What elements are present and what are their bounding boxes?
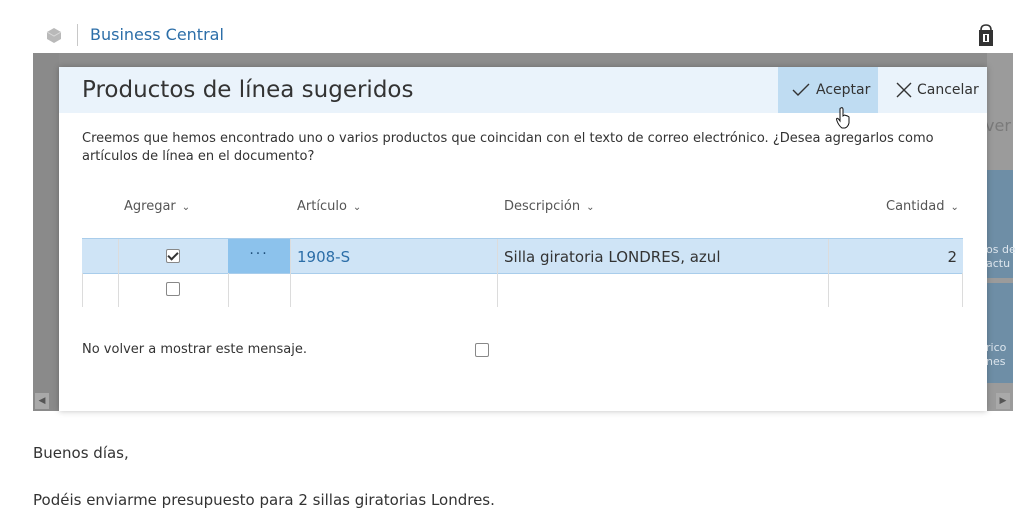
top-bar: Business Central bbox=[0, 0, 1024, 54]
email-greeting: Buenos días, bbox=[33, 444, 129, 462]
column-header-label: Cantidad bbox=[886, 199, 945, 214]
background-tile-text: actu bbox=[986, 257, 1011, 270]
add-checkbox[interactable] bbox=[166, 282, 180, 296]
cancel-button[interactable]: Cancelar bbox=[889, 67, 987, 113]
chevron-down-icon: ⌄ bbox=[352, 202, 362, 213]
dont-show-again-checkbox[interactable] bbox=[475, 343, 489, 357]
cell-divider bbox=[82, 273, 83, 307]
dont-show-again-label: No volver a mostrar este mensaje. bbox=[82, 342, 307, 357]
column-header-quantity[interactable]: Cantidad ⌄ bbox=[886, 199, 959, 214]
background-left-strip bbox=[33, 53, 59, 411]
business-central-logo-icon bbox=[46, 28, 62, 43]
cell-divider bbox=[228, 273, 229, 307]
cell-divider bbox=[962, 273, 963, 307]
column-header-add[interactable]: Agregar ⌄ bbox=[124, 199, 190, 214]
row-actions-button[interactable]: ··· bbox=[228, 239, 290, 273]
close-icon bbox=[896, 82, 912, 98]
item-description[interactable]: Silla giratoria LONDRES, azul bbox=[504, 248, 720, 266]
checkmark-icon bbox=[792, 83, 810, 96]
cell-divider bbox=[828, 239, 829, 273]
email-body: Podéis enviarme presupuesto para 2 silla… bbox=[33, 491, 495, 509]
dialog-message: Creemos que hemos encontrado uno o vario… bbox=[82, 131, 934, 164]
background-tile-text: nes bbox=[986, 355, 1006, 368]
cell-divider bbox=[497, 273, 498, 307]
office-icon[interactable] bbox=[976, 23, 996, 47]
column-header-item[interactable]: Artículo ⌄ bbox=[297, 199, 361, 214]
table-row[interactable]: ··· 1908-S Silla giratoria LONDRES, azul… bbox=[82, 238, 963, 274]
background-partial-text: ver bbox=[985, 116, 1011, 135]
background-tile bbox=[987, 283, 1013, 383]
chevron-down-icon: ⌄ bbox=[950, 202, 959, 213]
cell-divider bbox=[497, 239, 498, 273]
cancel-button-label: Cancelar bbox=[917, 82, 979, 98]
cell-divider bbox=[118, 273, 119, 307]
chevron-down-icon: ⌄ bbox=[181, 202, 191, 213]
hand-cursor-icon bbox=[835, 107, 850, 129]
chevron-down-icon: ⌄ bbox=[586, 202, 595, 213]
item-number-link[interactable]: 1908-S bbox=[297, 248, 350, 266]
table-row[interactable] bbox=[82, 273, 963, 307]
topbar-divider bbox=[77, 24, 78, 46]
cell-divider bbox=[290, 273, 291, 307]
item-quantity[interactable]: 2 bbox=[947, 248, 957, 266]
cell-divider bbox=[118, 239, 119, 273]
cell-divider bbox=[828, 273, 829, 307]
background-tile-text: os de bbox=[986, 243, 1016, 256]
cell-divider bbox=[290, 239, 291, 273]
background-tile-text: rico bbox=[986, 341, 1007, 354]
dialog-title: Productos de línea sugeridos bbox=[82, 77, 414, 103]
suggested-lines-dialog: Productos de línea sugeridos Aceptar Can… bbox=[59, 67, 987, 411]
add-checkbox[interactable] bbox=[166, 249, 180, 263]
column-header-label: Agregar bbox=[124, 199, 176, 214]
scroll-right-button[interactable]: ▶ bbox=[996, 393, 1010, 409]
column-header-label: Descripción bbox=[504, 199, 581, 214]
accept-button-label: Aceptar bbox=[816, 82, 871, 98]
accept-button[interactable]: Aceptar bbox=[778, 67, 878, 113]
column-header-description[interactable]: Descripción ⌄ bbox=[504, 199, 594, 214]
app-title[interactable]: Business Central bbox=[90, 25, 224, 44]
scroll-left-button[interactable]: ◀ bbox=[35, 393, 49, 409]
column-header-label: Artículo bbox=[297, 199, 347, 214]
